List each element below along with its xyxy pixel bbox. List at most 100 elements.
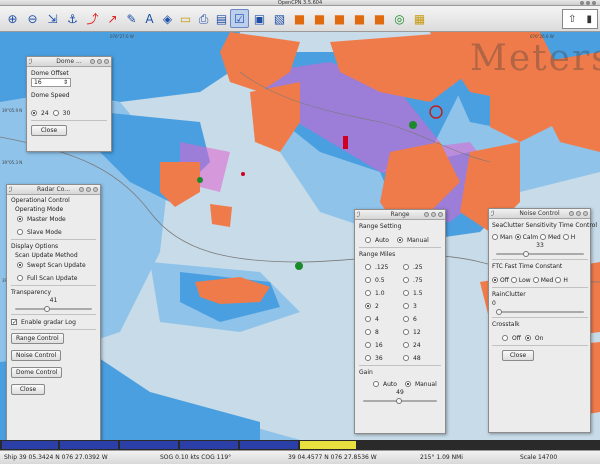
range-auto-radio[interactable] bbox=[365, 237, 371, 243]
range-mile-right-row[interactable]: 6 bbox=[403, 314, 441, 324]
gain-auto-radio[interactable] bbox=[373, 381, 379, 387]
sea-med-radio[interactable] bbox=[540, 234, 547, 240]
range-mile-right-row[interactable]: 48 bbox=[403, 353, 441, 363]
enable-log-checkbox[interactable]: ✓ bbox=[11, 319, 17, 326]
chart-icon[interactable]: ▤ bbox=[212, 9, 231, 28]
chart-segment-5[interactable] bbox=[240, 441, 298, 449]
range-mile-radio[interactable] bbox=[403, 290, 409, 296]
sea-calm-radio[interactable] bbox=[514, 234, 521, 240]
scale-out-icon[interactable]: ⚓ bbox=[63, 9, 82, 28]
sea-clutter-slider[interactable] bbox=[496, 251, 584, 257]
yellow-icon[interactable]: ▦ bbox=[410, 9, 429, 28]
chart-segment-3[interactable] bbox=[120, 441, 178, 449]
close-window-button[interactable] bbox=[592, 1, 596, 5]
maximize-icon[interactable] bbox=[431, 212, 436, 217]
range-mile-radio[interactable] bbox=[365, 342, 371, 348]
radar-close-button[interactable]: Close bbox=[11, 384, 45, 395]
chart-quilt-bar[interactable] bbox=[0, 440, 600, 450]
transparency-slider-knob[interactable] bbox=[44, 306, 50, 312]
range-mile-radio[interactable] bbox=[403, 355, 409, 361]
ftc-high-radio[interactable] bbox=[555, 277, 562, 283]
range-mile-right-row[interactable]: 12 bbox=[403, 327, 441, 337]
chart-segment-4[interactable] bbox=[180, 441, 238, 449]
settings-icon[interactable]: ☑ bbox=[230, 9, 249, 28]
minimize-button[interactable] bbox=[580, 1, 584, 5]
range-mile-radio[interactable] bbox=[365, 277, 371, 283]
measure-icon[interactable]: ✎ bbox=[122, 9, 141, 28]
transparency-slider[interactable] bbox=[15, 306, 92, 312]
range-mile-radio[interactable] bbox=[403, 264, 409, 270]
alarm-icon[interactable]: ■ bbox=[370, 9, 389, 28]
maximize-icon[interactable] bbox=[86, 187, 91, 192]
range-mile-left-row[interactable]: 36 bbox=[365, 353, 403, 363]
gain-manual-radio[interactable] bbox=[404, 381, 411, 387]
chart-segment-1[interactable] bbox=[2, 441, 58, 449]
minimize-icon[interactable] bbox=[90, 59, 95, 64]
gain-slider-knob[interactable] bbox=[396, 398, 402, 404]
close-icon[interactable] bbox=[583, 211, 588, 216]
range-mile-right-row[interactable]: 1.5 bbox=[403, 288, 441, 298]
range-mile-radio[interactable] bbox=[365, 329, 371, 335]
radar-panel-titlebar[interactable]: ℐ Radar Co... bbox=[7, 185, 100, 195]
range-mile-left-row[interactable]: 1.0 bbox=[365, 288, 403, 298]
folder-icon[interactable]: ▭ bbox=[176, 9, 195, 28]
guard-icon[interactable]: ■ bbox=[350, 9, 369, 28]
range-mile-radio[interactable] bbox=[365, 316, 371, 322]
ftc-low-radio[interactable] bbox=[510, 277, 517, 283]
dome-close-button[interactable]: Close bbox=[31, 125, 67, 136]
scale-in-icon[interactable]: ⇲ bbox=[43, 9, 62, 28]
range-mile-radio[interactable] bbox=[365, 355, 371, 361]
range-mile-radio[interactable] bbox=[403, 342, 409, 348]
rain-clutter-slider[interactable] bbox=[496, 309, 584, 315]
ftc-off-radio[interactable] bbox=[492, 277, 498, 283]
dome-control-button[interactable]: Dome Control bbox=[11, 367, 63, 378]
track-icon[interactable]: ↗ bbox=[103, 9, 122, 28]
close-icon[interactable] bbox=[93, 187, 98, 192]
compass-widget[interactable]: ⇧ ▮ bbox=[562, 9, 598, 29]
range-mile-radio[interactable] bbox=[365, 303, 371, 309]
noise-panel-titlebar[interactable]: ℐ Noise Control bbox=[489, 209, 590, 219]
dome-panel-titlebar[interactable]: ℐ Dome ... bbox=[27, 57, 111, 67]
range-mile-right-row[interactable]: .75 bbox=[403, 275, 441, 285]
range-mile-left-row[interactable]: 0.5 bbox=[365, 275, 403, 285]
minimize-icon[interactable] bbox=[569, 211, 574, 216]
maximize-icon[interactable] bbox=[576, 211, 581, 216]
range-mile-radio[interactable] bbox=[403, 277, 409, 283]
dome-offset-spinner[interactable]: 16 ⇕ bbox=[31, 78, 71, 87]
minimize-icon[interactable] bbox=[79, 187, 84, 192]
chart-segment-2[interactable] bbox=[60, 441, 118, 449]
range-mile-radio[interactable] bbox=[365, 290, 371, 296]
slave-mode-radio[interactable] bbox=[17, 229, 23, 235]
print-icon[interactable]: ⎙ bbox=[194, 9, 213, 28]
minimize-icon[interactable] bbox=[424, 212, 429, 217]
speed-24-radio[interactable] bbox=[31, 110, 37, 116]
range-mile-right-row[interactable]: .25 bbox=[403, 262, 441, 272]
noise-close-button[interactable]: Close bbox=[502, 350, 534, 361]
range-mile-left-row[interactable]: .125 bbox=[365, 262, 403, 272]
anchor-icon[interactable]: ▧ bbox=[270, 9, 289, 28]
range-mile-right-row[interactable]: 3 bbox=[403, 301, 441, 311]
range-control-button[interactable]: Range Control bbox=[11, 333, 64, 344]
range-mile-left-row[interactable]: 8 bbox=[365, 327, 403, 337]
mob-icon[interactable]: ▣ bbox=[250, 9, 269, 28]
text-icon[interactable]: A bbox=[140, 9, 159, 28]
range-mile-radio[interactable] bbox=[403, 303, 409, 309]
chart-segment-active[interactable] bbox=[300, 441, 356, 449]
close-icon[interactable] bbox=[438, 212, 443, 217]
full-scan-radio[interactable] bbox=[17, 275, 23, 281]
orange-tool-2-icon[interactable]: ■ bbox=[310, 9, 329, 28]
close-icon[interactable] bbox=[104, 59, 109, 64]
swept-scan-radio[interactable] bbox=[17, 262, 23, 268]
orange-tool-1-icon[interactable]: ■ bbox=[290, 9, 309, 28]
speed-30-radio[interactable] bbox=[52, 110, 59, 116]
gain-slider[interactable] bbox=[363, 398, 437, 404]
maximize-button[interactable] bbox=[586, 1, 590, 5]
range-mile-left-row[interactable]: 16 bbox=[365, 340, 403, 350]
radar-icon[interactable]: ■ bbox=[330, 9, 349, 28]
noise-control-button[interactable]: Noise Control bbox=[11, 350, 62, 361]
green-target-icon[interactable]: ◎ bbox=[390, 9, 409, 28]
route-icon[interactable]: ⤴ bbox=[83, 9, 102, 28]
range-mile-right-row[interactable]: 24 bbox=[403, 340, 441, 350]
range-mile-radio[interactable] bbox=[403, 316, 409, 322]
crosstalk-on-radio[interactable] bbox=[524, 335, 531, 341]
